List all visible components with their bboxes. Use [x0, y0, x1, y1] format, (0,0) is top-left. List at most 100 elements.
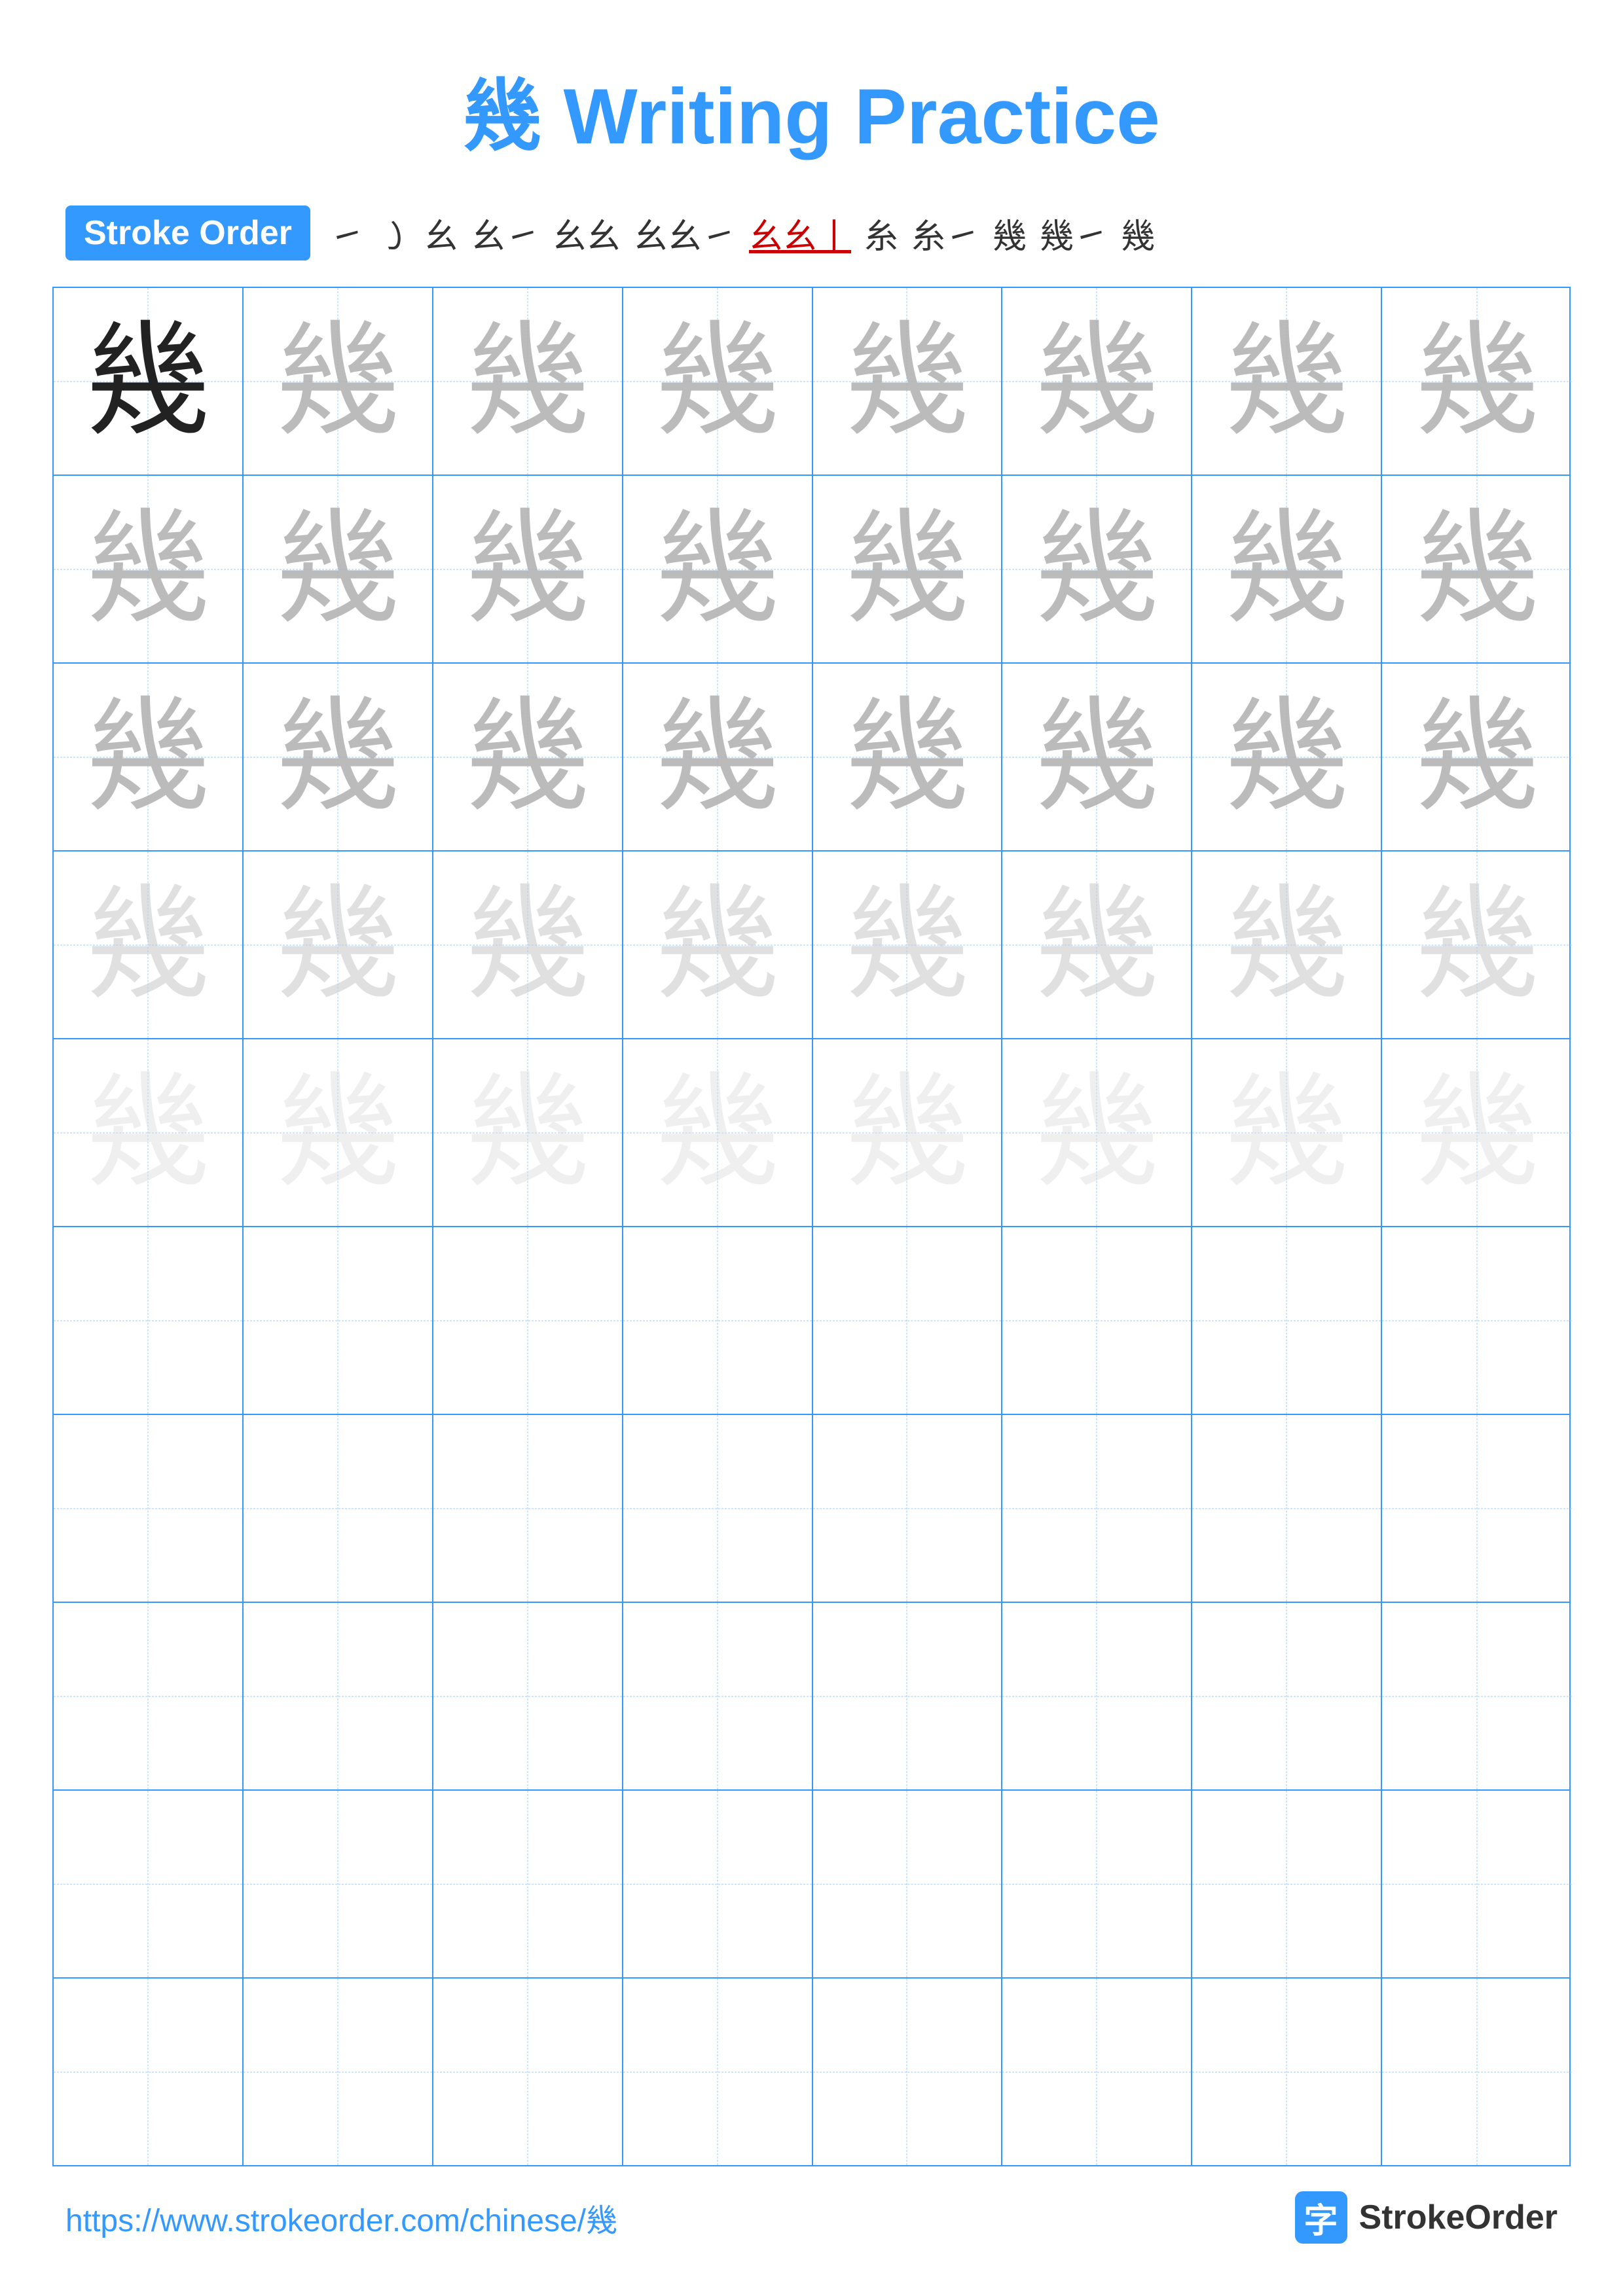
grid-cell-7-6[interactable]	[1002, 1415, 1192, 1602]
grid-row-6[interactable]	[54, 1227, 1569, 1415]
footer-url[interactable]: https://www.strokeorder.com/chinese/幾	[65, 2195, 617, 2240]
grid-cell-1-4[interactable]: 幾	[623, 288, 813, 475]
grid-cell-6-1[interactable]	[54, 1227, 244, 1414]
stroke-step-4: 幺㇀	[471, 209, 539, 258]
grid-cell-4-2[interactable]: 幾	[244, 852, 433, 1038]
grid-cell-2-3[interactable]: 幾	[433, 476, 623, 662]
grid-cell-9-3[interactable]	[433, 1791, 623, 1977]
grid-cell-9-4[interactable]	[623, 1791, 813, 1977]
grid-cell-3-8[interactable]: 幾	[1382, 664, 1572, 850]
grid-cell-9-7[interactable]	[1192, 1791, 1382, 1977]
grid-cell-2-2[interactable]: 幾	[244, 476, 433, 662]
stroke-order-section: Stroke Order ㇀ ㇁ 幺 幺㇀ 幺幺 幺幺㇀ 幺幺丨 糸 糸㇀ 幾 …	[0, 206, 1623, 260]
grid-cell-8-4[interactable]	[623, 1603, 813, 1789]
grid-cell-5-7[interactable]: 幾	[1192, 1039, 1382, 1226]
grid-cell-2-1[interactable]: 幾	[54, 476, 244, 662]
grid-cell-4-1[interactable]: 幾	[54, 852, 244, 1038]
grid-cell-1-7[interactable]: 幾	[1192, 288, 1382, 475]
grid-cell-9-6[interactable]	[1002, 1791, 1192, 1977]
grid-cell-2-8[interactable]: 幾	[1382, 476, 1572, 662]
grid-cell-2-6[interactable]: 幾	[1002, 476, 1192, 662]
grid-cell-3-2[interactable]: 幾	[244, 664, 433, 850]
grid-cell-4-7[interactable]: 幾	[1192, 852, 1382, 1038]
grid-cell-3-6[interactable]: 幾	[1002, 664, 1192, 850]
grid-cell-5-5[interactable]: 幾	[813, 1039, 1003, 1226]
grid-cell-5-6[interactable]: 幾	[1002, 1039, 1192, 1226]
grid-cell-10-2[interactable]	[244, 1979, 433, 2165]
grid-row-2[interactable]: 幾幾幾幾幾幾幾幾	[54, 476, 1569, 664]
grid-cell-4-5[interactable]: 幾	[813, 852, 1003, 1038]
grid-cell-2-7[interactable]: 幾	[1192, 476, 1382, 662]
practice-char: 幾	[86, 695, 210, 819]
grid-cell-5-3[interactable]: 幾	[433, 1039, 623, 1226]
grid-cell-6-7[interactable]	[1192, 1227, 1382, 1414]
grid-cell-8-6[interactable]	[1002, 1603, 1192, 1789]
grid-cell-1-8[interactable]: 幾	[1382, 288, 1572, 475]
grid-row-5[interactable]: 幾幾幾幾幾幾幾幾	[54, 1039, 1569, 1227]
grid-row-4[interactable]: 幾幾幾幾幾幾幾幾	[54, 852, 1569, 1039]
grid-cell-7-3[interactable]	[433, 1415, 623, 1602]
grid-cell-1-6[interactable]: 幾	[1002, 288, 1192, 475]
grid-cell-9-2[interactable]	[244, 1791, 433, 1977]
grid-cell-6-3[interactable]	[433, 1227, 623, 1414]
grid-cell-4-3[interactable]: 幾	[433, 852, 623, 1038]
grid-cell-5-8[interactable]: 幾	[1382, 1039, 1572, 1226]
grid-cell-9-5[interactable]	[813, 1791, 1003, 1977]
grid-cell-3-4[interactable]: 幾	[623, 664, 813, 850]
grid-cell-8-7[interactable]	[1192, 1603, 1382, 1789]
grid-cell-10-8[interactable]	[1382, 1979, 1572, 2165]
grid-cell-5-1[interactable]: 幾	[54, 1039, 244, 1226]
grid-cell-3-1[interactable]: 幾	[54, 664, 244, 850]
grid-row-1[interactable]: 幾幾幾幾幾幾幾幾	[54, 288, 1569, 476]
grid-cell-6-4[interactable]	[623, 1227, 813, 1414]
grid-cell-7-1[interactable]	[54, 1415, 244, 1602]
practice-char: 幾	[465, 695, 590, 819]
grid-cell-8-1[interactable]	[54, 1603, 244, 1789]
grid-cell-4-6[interactable]: 幾	[1002, 852, 1192, 1038]
grid-cell-1-5[interactable]: 幾	[813, 288, 1003, 475]
grid-cell-4-8[interactable]: 幾	[1382, 852, 1572, 1038]
grid-cell-7-2[interactable]	[244, 1415, 433, 1602]
grid-row-3[interactable]: 幾幾幾幾幾幾幾幾	[54, 664, 1569, 852]
grid-cell-4-4[interactable]: 幾	[623, 852, 813, 1038]
stroke-step-10: 幾	[993, 209, 1027, 258]
page-title: 幾 Writing Practice	[0, 0, 1623, 206]
grid-cell-8-3[interactable]	[433, 1603, 623, 1789]
stroke-order-badge: Stroke Order	[65, 206, 310, 260]
practice-char: 幾	[1034, 319, 1159, 444]
grid-cell-3-7[interactable]: 幾	[1192, 664, 1382, 850]
grid-cell-7-5[interactable]	[813, 1415, 1003, 1602]
grid-cell-5-2[interactable]: 幾	[244, 1039, 433, 1226]
grid-row-9[interactable]	[54, 1791, 1569, 1979]
grid-cell-1-1[interactable]: 幾	[54, 288, 244, 475]
grid-cell-9-1[interactable]	[54, 1791, 244, 1977]
grid-cell-8-8[interactable]	[1382, 1603, 1572, 1789]
grid-row-10[interactable]	[54, 1979, 1569, 2165]
grid-row-7[interactable]	[54, 1415, 1569, 1603]
grid-cell-10-6[interactable]	[1002, 1979, 1192, 2165]
grid-cell-10-3[interactable]	[433, 1979, 623, 2165]
grid-cell-3-3[interactable]: 幾	[433, 664, 623, 850]
grid-cell-7-7[interactable]	[1192, 1415, 1382, 1602]
grid-cell-6-6[interactable]	[1002, 1227, 1192, 1414]
grid-cell-9-8[interactable]	[1382, 1791, 1572, 1977]
grid-cell-7-8[interactable]	[1382, 1415, 1572, 1602]
grid-cell-10-1[interactable]	[54, 1979, 244, 2165]
grid-cell-2-4[interactable]: 幾	[623, 476, 813, 662]
grid-cell-6-5[interactable]	[813, 1227, 1003, 1414]
grid-cell-5-4[interactable]: 幾	[623, 1039, 813, 1226]
grid-row-8[interactable]	[54, 1603, 1569, 1791]
grid-cell-8-2[interactable]	[244, 1603, 433, 1789]
grid-cell-8-5[interactable]	[813, 1603, 1003, 1789]
grid-cell-3-5[interactable]: 幾	[813, 664, 1003, 850]
grid-cell-2-5[interactable]: 幾	[813, 476, 1003, 662]
grid-cell-1-2[interactable]: 幾	[244, 288, 433, 475]
grid-cell-6-8[interactable]	[1382, 1227, 1572, 1414]
practice-char: 幾	[86, 319, 210, 444]
grid-cell-10-7[interactable]	[1192, 1979, 1382, 2165]
grid-cell-6-2[interactable]	[244, 1227, 433, 1414]
grid-cell-7-4[interactable]	[623, 1415, 813, 1602]
grid-cell-10-4[interactable]	[623, 1979, 813, 2165]
grid-cell-1-3[interactable]: 幾	[433, 288, 623, 475]
grid-cell-10-5[interactable]	[813, 1979, 1003, 2165]
